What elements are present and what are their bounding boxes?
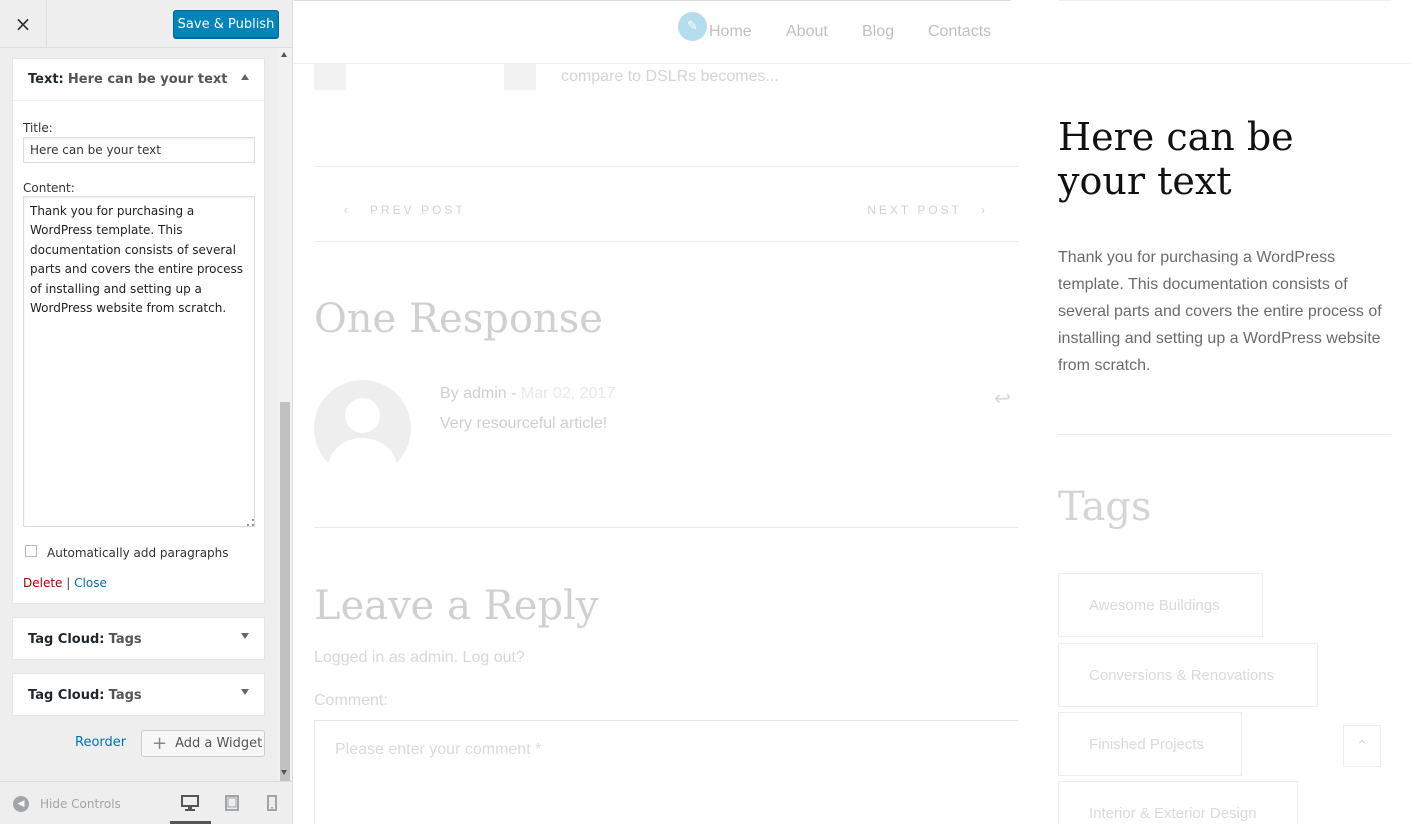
next-post-label: NEXT POST xyxy=(867,203,962,217)
text-widget-title: Here can be your text xyxy=(1058,115,1294,203)
hide-controls-label[interactable]: Hide Controls xyxy=(40,797,121,811)
content-textarea[interactable]: Thank you for purchasing a WordPress tem… xyxy=(23,196,255,527)
post-navigation: ‹ PREV POST NEXT POST › xyxy=(314,166,1018,242)
related-post-thumbnail[interactable] xyxy=(504,64,536,90)
edit-shortcut-pencil-icon[interactable]: ✎ xyxy=(678,12,707,41)
comment-date: Mar 02, 2017 xyxy=(520,385,616,402)
delete-link[interactable]: Delete xyxy=(23,576,62,590)
chevron-up-icon: ⌃ xyxy=(1356,738,1368,754)
tag-link[interactable]: Interior & Exterior Design xyxy=(1058,781,1298,824)
nav-item-home[interactable]: Home xyxy=(709,23,752,41)
comment-textarea[interactable]: Please enter your comment * xyxy=(314,720,1018,824)
customizer-sidebar: × Save & Publish Text: Here can be your … xyxy=(0,0,293,824)
avatar-body-shape xyxy=(328,438,397,477)
comments-divider xyxy=(314,527,1018,528)
text-widget-content: Thank you for purchasing a WordPress tem… xyxy=(1058,249,1382,374)
scrollbar-thumb[interactable] xyxy=(280,402,290,812)
site-preview: ✎ Home About Blog Contacts compare to DS… xyxy=(294,0,1411,824)
related-post-excerpt: compare to DSLRs becomes... xyxy=(561,68,779,85)
logout-link[interactable]: Log out? xyxy=(463,649,525,666)
tag-link[interactable]: Awesome Buildings xyxy=(1058,573,1263,637)
tag-cloud-widget[interactable]: Tag Cloud: Tags xyxy=(12,673,265,716)
title-input[interactable] xyxy=(23,137,255,163)
related-post-thumbnail[interactable] xyxy=(314,64,346,90)
customizer-header: × Save & Publish xyxy=(0,0,292,48)
nav-item-about[interactable]: About xyxy=(786,23,828,41)
sidebar-scrollbar[interactable] xyxy=(278,48,292,812)
tag-link[interactable]: Finished Projects xyxy=(1058,712,1242,776)
site-nav: ✎ Home About Blog Contacts xyxy=(294,0,1411,64)
avatar xyxy=(314,380,411,477)
close-customizer-button[interactable]: × xyxy=(0,0,47,47)
save-publish-button[interactable]: Save & Publish xyxy=(173,10,279,38)
add-widget-label: Add a Widget xyxy=(175,736,263,751)
auto-paragraphs-checkbox[interactable] xyxy=(25,545,37,557)
tags-heading: Tags xyxy=(1058,484,1152,530)
widget-type-label: Tag Cloud: xyxy=(28,687,105,703)
tag-cloud-widget[interactable]: Tag Cloud: Tags xyxy=(12,617,265,660)
expand-arrow-icon[interactable] xyxy=(241,689,249,695)
scroll-down-arrow-icon[interactable] xyxy=(281,770,287,775)
profile-link[interactable]: admin xyxy=(410,649,454,666)
resize-grip-icon[interactable] xyxy=(247,519,254,526)
close-widget-link[interactable]: Close xyxy=(74,576,107,590)
expand-arrow-icon[interactable] xyxy=(241,633,249,639)
comment-label: Comment: xyxy=(314,692,388,709)
collapse-arrow-icon[interactable] xyxy=(241,74,249,80)
tag-link[interactable]: Conversions & Renovations xyxy=(1058,643,1318,707)
hide-controls-icon[interactable]: ◀ xyxy=(13,796,29,812)
sidebar-top-divider xyxy=(1058,0,1391,1)
add-widget-button[interactable]: + Add a Widget xyxy=(141,730,265,757)
back-to-top-button[interactable]: ⌃ xyxy=(1343,725,1381,767)
reply-icon[interactable]: ↩ xyxy=(994,386,1011,410)
tag-cloud-widget-header[interactable]: Tag Cloud: Tags xyxy=(13,674,264,716)
mobile-preview-icon[interactable] xyxy=(266,794,278,812)
responses-heading: One Response xyxy=(314,296,603,342)
desktop-preview-icon[interactable] xyxy=(180,794,200,812)
nav-item-blog[interactable]: Blog xyxy=(862,23,894,41)
plus-icon: + xyxy=(152,732,168,754)
widget-actions: Delete | Close xyxy=(23,576,107,590)
avatar-head-shape xyxy=(345,398,380,433)
actions-separator: | xyxy=(66,576,71,590)
leave-reply-heading: Leave a Reply xyxy=(314,583,599,629)
widget-type-label: Text: xyxy=(28,72,64,87)
content-label: Content: xyxy=(23,181,75,195)
customizer-footer: ◀ Hide Controls xyxy=(0,781,292,824)
comment-placeholder: Please enter your comment * xyxy=(335,741,542,758)
title-label: Title: xyxy=(23,121,53,135)
auto-paragraphs-label[interactable]: Automatically add paragraphs xyxy=(47,546,229,560)
logged-in-prefix: Logged in as xyxy=(314,649,411,666)
comment-meta: By admin - Mar 02, 2017 xyxy=(440,385,615,403)
widget-type-label: Tag Cloud: xyxy=(28,631,105,647)
logged-in-notice: Logged in as admin. Log out? xyxy=(314,649,525,666)
nav-divider xyxy=(294,0,1011,1)
reorder-link[interactable]: Reorder xyxy=(75,735,126,750)
prev-post-link[interactable]: ‹ PREV POST xyxy=(344,203,466,217)
nav-item-contacts[interactable]: Contacts xyxy=(928,23,991,41)
widget-name: Here can be your text xyxy=(67,72,228,87)
comment-author: By admin - xyxy=(440,385,521,402)
widget-name: Tags xyxy=(108,631,142,647)
scroll-up-arrow-icon[interactable] xyxy=(281,52,287,57)
tag-cloud-widget-header[interactable]: Tag Cloud: Tags xyxy=(13,618,264,660)
text-widget-panel: Text: Here can be your text Title: Conte… xyxy=(12,58,265,604)
comment-text: Very resourceful article! xyxy=(440,415,608,432)
text-widget-header[interactable]: Text: Here can be your text xyxy=(13,59,264,101)
next-post-link[interactable]: NEXT POST › xyxy=(867,203,988,217)
sidebar-divider xyxy=(1058,434,1391,435)
tablet-preview-icon[interactable] xyxy=(224,794,240,812)
prev-post-label: PREV POST xyxy=(370,203,466,217)
widget-name: Tags xyxy=(108,687,142,703)
